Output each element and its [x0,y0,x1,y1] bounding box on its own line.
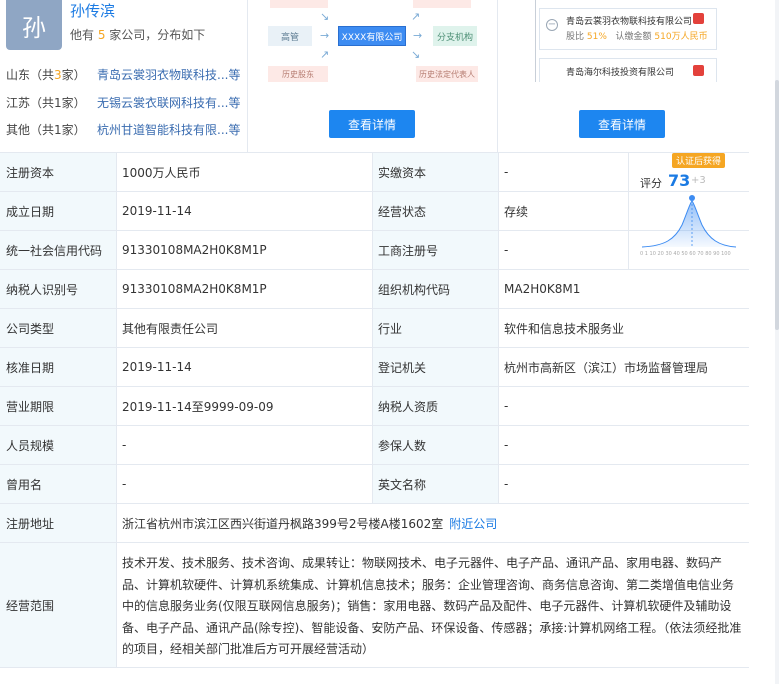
field-value: - [504,438,509,452]
table-row: 经营范围 技术开发、技术服务、技术咨询、成果转让：物联网技术、电子元器件、电子产… [0,543,749,668]
company-count-text: 他有 5 家公司，分布如下 [70,28,206,42]
field-value: - [504,477,509,491]
field-label: 纳税人资质 [372,387,498,425]
score-widget[interactable]: 认证后获得 评分 73 +3 0 1 10 20 30 40 50 60 70 … [630,153,748,269]
field-value: 存续 [504,204,529,219]
field-value: MA2H0K8M1 [504,282,581,296]
collapse-icon[interactable]: − [546,19,558,31]
field-label: 实缴资本 [372,153,498,191]
field-label: 注册资本 [0,153,116,191]
divider [497,0,498,153]
field-label: 经营状态 [372,192,498,230]
field-label: 公司类型 [0,309,116,347]
field-label: 注册地址 [0,504,116,542]
related-company-card[interactable]: 青岛海尔科技投资有限公司 [539,58,717,82]
field-label: 参保人数 [372,426,498,464]
field-label: 纳税人识别号 [0,270,116,308]
field-label: 英文名称 [372,465,498,503]
divider [247,0,248,153]
field-value: 91330108MA2H0K8M1P [122,243,267,257]
field-value: 其他有限责任公司 [122,321,219,336]
field-label: 经营范围 [0,543,116,667]
chart-node-executives: 高管 [268,26,312,46]
field-value: 软件和信息技术服务业 [504,321,625,336]
field-label: 工商注册号 [372,231,498,269]
risk-icon [693,13,704,24]
business-scope-text: 技术开发、技术服务、技术咨询、成果转让：物联网技术、电子元器件、电子产品、通讯产… [122,556,742,657]
view-details-button[interactable]: 查看详情 [579,110,665,138]
province-row[interactable]: 江苏（共1家） 无锡云裳衣联网科技有...等 [6,94,240,111]
field-label: 曾用名 [0,465,116,503]
field-value: 浙江省杭州市滨江区西兴街道丹枫路399号2号楼A楼1602室 附近公司 [116,504,748,542]
field-value: - [122,438,127,452]
field-value: 2019-11-14 [122,360,192,374]
chart-node-branches: 分支机构 [433,26,477,46]
field-label: 成立日期 [0,192,116,230]
company-info-page: 孙 孙传滨 他有 5 家公司，分布如下 山东（共3家） 青岛云裳羽衣物联科技...… [0,0,779,684]
structure-chart: ↘ ↗ 高管 → XXXX有限公司 → 分支机构 ↗ ↘ 历史股东 历史法定代表… [268,0,478,82]
chart-node-history-legal-rep: 历史法定代表人 [416,66,478,82]
field-value: - [504,243,509,257]
scrollbar[interactable] [775,0,779,684]
scrollbar-thumb[interactable] [775,80,779,330]
table-row: 公司类型 其他有限责任公司 行业 软件和信息技术服务业 [0,309,749,348]
field-label: 统一社会信用代码 [0,231,116,269]
table-row: 曾用名 - 英文名称 - [0,465,749,504]
province-row[interactable]: 山东（共3家） 青岛云裳羽衣物联科技...等 [6,66,240,83]
province-company-link: 无锡云裳衣联网科技有...等 [97,96,241,110]
table-row: 纳税人识别号 91330108MA2H0K8M1P 组织机构代码 MA2H0K8… [0,270,749,309]
address-text: 浙江省杭州市滨江区西兴街道丹枫路399号2号楼A楼1602室 [122,516,444,531]
field-label: 行业 [372,309,498,347]
chart-node-history-shareholder: 历史股东 [268,66,328,82]
province-company-link: 杭州甘道智能科技有限...等 [97,123,241,137]
field-label: 组织机构代码 [372,270,498,308]
view-details-button[interactable]: 查看详情 [329,110,415,138]
field-value: 2019-11-14至9999-09-09 [122,399,274,414]
score-axis: 0 1 10 20 30 40 50 60 70 80 90 100 [640,251,731,257]
field-value: 91330108MA2H0K8M1P [122,282,267,296]
field-label: 营业期限 [0,387,116,425]
chart-node-company: XXXX有限公司 [338,26,406,46]
field-value: - [504,165,509,179]
avatar: 孙 [6,0,62,50]
related-company-card[interactable]: − 青岛云裳羽衣物联科技有限公司 股比 51% 认缴金额 510万人民币 [539,8,717,50]
field-value: 杭州市高新区（滨江）市场监督管理局 [504,360,709,375]
field-label: 登记机关 [372,348,498,386]
field-value: - [504,399,509,413]
table-row: 人员规模 - 参保人数 - [0,426,749,465]
table-row: 注册地址 浙江省杭州市滨江区西兴街道丹枫路399号2号楼A楼1602室 附近公司 [0,504,749,543]
person-name-link[interactable]: 孙传滨 [70,0,115,21]
related-companies-preview: − 青岛云裳羽衣物联科技有限公司 股比 51% 认缴金额 510万人民币 青岛海… [525,0,725,82]
risk-icon [693,65,704,76]
field-value: 1000万人民币 [122,165,201,180]
table-row: 营业期限 2019-11-14至9999-09-09 纳税人资质 - [0,387,749,426]
summary-section: 孙 孙传滨 他有 5 家公司，分布如下 山东（共3家） 青岛云裳羽衣物联科技...… [0,0,749,153]
field-value: - [122,477,127,491]
province-row[interactable]: 其他（共1家） 杭州甘道智能科技有限...等 [6,121,240,138]
table-row: 核准日期 2019-11-14 登记机关 杭州市高新区（滨江）市场监督管理局 [0,348,749,387]
field-label: 核准日期 [0,348,116,386]
province-company-link: 青岛云裳羽衣物联科技...等 [97,68,241,82]
field-value: 2019-11-14 [122,204,192,218]
field-label: 人员规模 [0,426,116,464]
nearby-companies-link[interactable]: 附近公司 [449,515,497,532]
